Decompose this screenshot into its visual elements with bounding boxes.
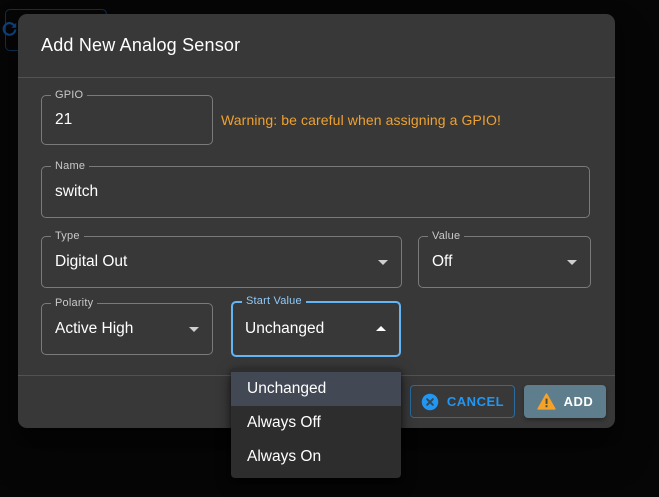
polarity-value: Active High (55, 320, 133, 338)
gpio-warning-text: Warning: be careful when assigning a GPI… (221, 95, 501, 145)
title-divider (18, 77, 615, 78)
warning-triangle-icon (537, 393, 556, 410)
polarity-select[interactable]: Polarity Active High (41, 303, 213, 355)
chevron-down-icon (378, 260, 388, 265)
gpio-input[interactable]: GPIO 21 (41, 95, 213, 145)
polarity-label: Polarity (51, 297, 97, 309)
add-sensor-dialog: Add New Analog Sensor GPIO 21 Warning: b… (18, 14, 615, 428)
name-label: Name (51, 160, 89, 172)
value-select[interactable]: Value Off (418, 236, 591, 288)
value-label: Value (428, 230, 464, 242)
page-background: Add New Analog Sensor GPIO 21 Warning: b… (0, 0, 659, 497)
name-value: switch (55, 183, 98, 201)
type-select[interactable]: Type Digital Out (41, 236, 402, 288)
start-value-label: Start Value (242, 295, 306, 307)
cancel-button[interactable]: CANCEL (410, 385, 515, 418)
type-label: Type (51, 230, 84, 242)
add-button-label: ADD (564, 394, 594, 409)
menu-option-always-off[interactable]: Always Off (231, 406, 401, 440)
gpio-value: 21 (55, 111, 72, 129)
add-button[interactable]: ADD (524, 385, 606, 418)
value-value: Off (432, 253, 452, 271)
close-circle-icon (421, 393, 439, 411)
chevron-down-icon (567, 260, 577, 265)
start-value-value: Unchanged (245, 320, 324, 338)
type-value: Digital Out (55, 253, 127, 271)
chevron-down-icon (189, 327, 199, 332)
gpio-label: GPIO (51, 89, 87, 101)
start-value-dropdown-menu: Unchanged Always Off Always On (231, 368, 401, 478)
name-input[interactable]: Name switch (41, 166, 590, 218)
dialog-title: Add New Analog Sensor (18, 14, 615, 77)
cancel-button-label: CANCEL (447, 394, 504, 409)
start-value-select[interactable]: Start Value Unchanged (231, 301, 401, 357)
chevron-up-icon (376, 326, 386, 331)
menu-option-always-on[interactable]: Always On (231, 440, 401, 474)
menu-option-unchanged[interactable]: Unchanged (231, 372, 401, 406)
